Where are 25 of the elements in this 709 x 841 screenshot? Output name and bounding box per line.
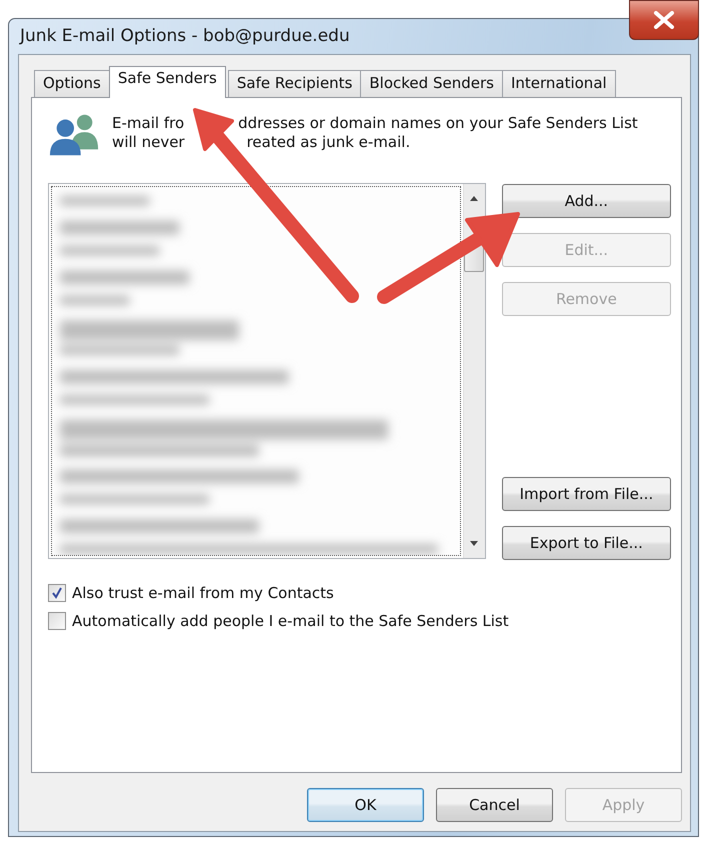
tab[interactable]: Blocked Senders bbox=[360, 70, 503, 97]
file-button[interactable]: Import from File... bbox=[502, 477, 671, 511]
scrollbar[interactable] bbox=[462, 184, 485, 558]
checkbox[interactable] bbox=[48, 612, 66, 630]
people-icon bbox=[48, 112, 100, 156]
close-icon bbox=[653, 11, 675, 29]
checkbox-label: Also trust e-mail from my Contacts bbox=[72, 584, 334, 602]
checkbox-label: Automatically add people I e-mail to the Safe Senders List bbox=[72, 612, 509, 630]
dialog-button[interactable]: Cancel bbox=[436, 788, 553, 822]
list-button[interactable]: Add... bbox=[502, 184, 671, 218]
dialog-button[interactable]: OK bbox=[307, 788, 424, 822]
scroll-up-icon bbox=[469, 194, 480, 202]
description-text: ddresses or domain names on your Safe Senders List bbox=[238, 114, 638, 133]
description-text: will never bbox=[112, 133, 185, 152]
scroll-down-icon bbox=[469, 540, 480, 548]
tab[interactable]: Options bbox=[34, 70, 110, 97]
tab[interactable]: International bbox=[502, 70, 616, 97]
tab[interactable]: Safe Senders bbox=[108, 66, 226, 98]
window-title: Junk E-mail Options - bob@purdue.edu bbox=[20, 26, 350, 46]
description-text: reated as junk e-mail. bbox=[246, 133, 410, 152]
close-button[interactable] bbox=[629, 0, 699, 40]
checkbox[interactable] bbox=[48, 584, 66, 602]
tab[interactable]: Safe Recipients bbox=[228, 70, 362, 97]
file-button[interactable]: Export to File... bbox=[502, 526, 671, 560]
description-text: E-mail fro bbox=[112, 114, 184, 133]
